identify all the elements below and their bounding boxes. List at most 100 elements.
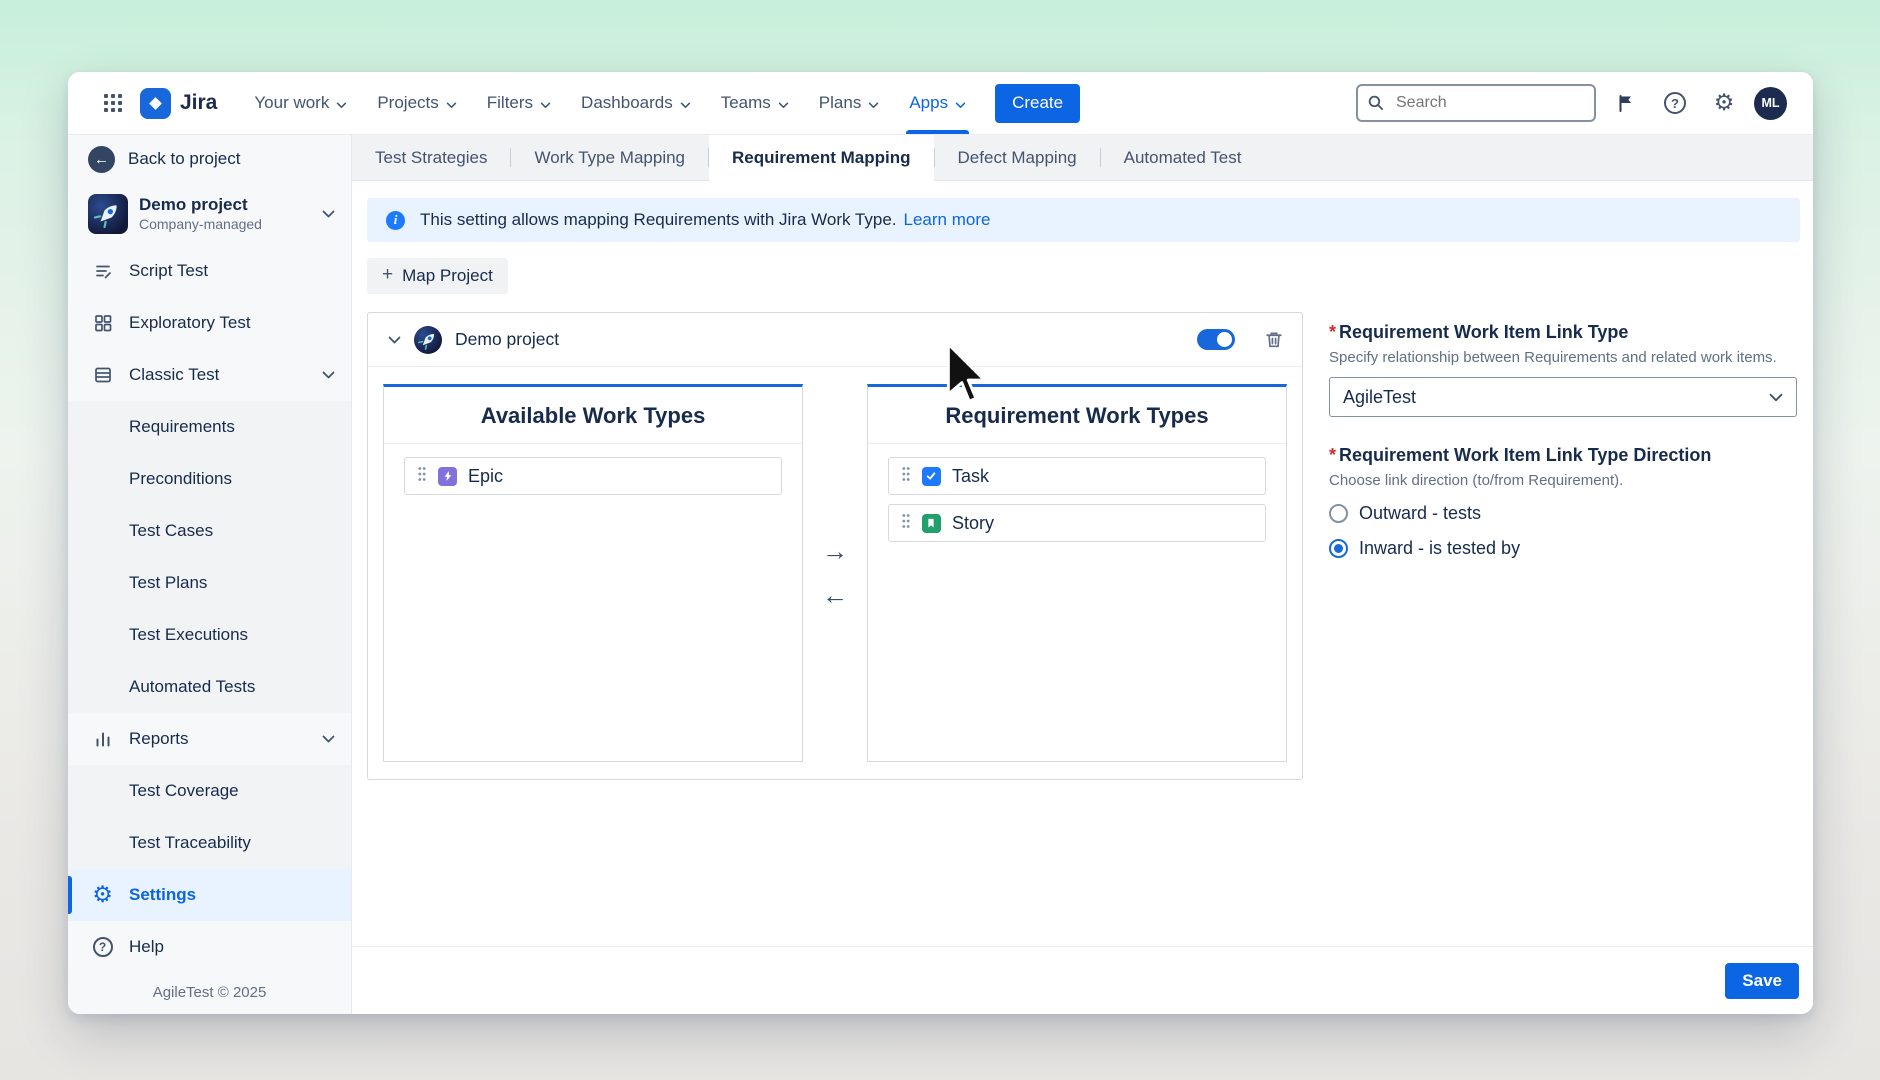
sidebar-item-label: Settings (129, 885, 196, 905)
tab-label: Defect Mapping (958, 148, 1077, 168)
chevron-down-icon (322, 735, 335, 743)
delete-mapping-button[interactable] (1264, 330, 1284, 350)
chevron-down-icon (778, 94, 789, 114)
work-type-label: Epic (468, 466, 503, 487)
work-type-item-task[interactable]: Task (888, 457, 1266, 495)
sidebar-item-automated-tests[interactable]: Automated Tests (68, 661, 351, 713)
sidebar-item-help[interactable]: ? Help (68, 921, 351, 973)
drag-handle-icon[interactable] (901, 466, 911, 487)
back-arrow-glyph: ← (94, 151, 109, 168)
transfer-arrows: → ← (803, 384, 867, 762)
project-panel-title: Demo project (455, 329, 559, 350)
tab-content: i This setting allows mapping Requiremen… (352, 181, 1813, 1014)
question-glyph: ? (99, 940, 106, 954)
required-asterisk: * (1329, 322, 1336, 342)
tab-work-type-mapping[interactable]: Work Type Mapping (511, 135, 708, 180)
save-button[interactable]: Save (1725, 963, 1799, 999)
learn-more-link[interactable]: Learn more (904, 210, 991, 230)
nav-filters[interactable]: Filters (472, 72, 566, 134)
create-button[interactable]: Create (995, 84, 1080, 123)
project-switcher[interactable]: Demo project Company-managed (68, 183, 351, 245)
jira-logo-icon[interactable] (140, 88, 171, 119)
reports-icon (91, 728, 114, 751)
jira-logo-text[interactable]: Jira (180, 91, 217, 115)
app-switcher-button[interactable] (94, 84, 132, 122)
user-avatar[interactable]: ML (1754, 87, 1787, 120)
sidebar-item-script-test[interactable]: Script Test (68, 245, 351, 297)
help-button[interactable]: ? (1656, 84, 1694, 122)
sidebar-item-reports[interactable]: Reports (68, 713, 351, 765)
nav-dashboards-label: Dashboards (581, 93, 673, 113)
tab-requirement-mapping[interactable]: Requirement Mapping (709, 135, 934, 180)
sidebar-item-label: Reports (129, 729, 189, 749)
app-window: Jira Your work Projects Filters Dashboar… (68, 72, 1813, 1014)
gear-icon: ⚙ (91, 884, 114, 907)
question-glyph: ? (1671, 96, 1679, 111)
move-left-icon[interactable]: ← (822, 582, 848, 608)
work-type-item-epic[interactable]: Epic (404, 457, 782, 495)
nav-projects-label: Projects (377, 93, 438, 113)
nav-teams[interactable]: Teams (706, 72, 804, 134)
sidebar-item-label: Automated Tests (129, 677, 255, 697)
link-direction-hint: Choose link direction (to/from Requireme… (1329, 472, 1797, 489)
tab-label: Work Type Mapping (534, 148, 685, 168)
chevron-down-icon (336, 94, 347, 114)
info-banner-text: This setting allows mapping Requirements… (420, 210, 897, 230)
radio-selected-icon[interactable] (1329, 539, 1348, 558)
sidebar-item-preconditions[interactable]: Preconditions (68, 453, 351, 505)
sidebar-item-requirements[interactable]: Requirements (68, 401, 351, 453)
notifications-button[interactable] (1607, 84, 1645, 122)
nav-projects[interactable]: Projects (362, 72, 471, 134)
nav-your-work[interactable]: Your work (239, 72, 362, 134)
nav-apps-label: Apps (909, 93, 948, 113)
sidebar-item-test-traceability[interactable]: Test Traceability (68, 817, 351, 869)
settings-button[interactable]: ⚙ (1705, 84, 1743, 122)
classic-test-icon (91, 364, 114, 387)
sidebar-item-test-plans[interactable]: Test Plans (68, 557, 351, 609)
project-type: Company-managed (139, 216, 262, 233)
radio-option-outward[interactable]: Outward - tests (1329, 503, 1797, 524)
tab-automated-test[interactable]: Automated Test (1101, 135, 1265, 180)
tab-label: Requirement Mapping (732, 148, 911, 168)
radio-unselected-icon[interactable] (1329, 504, 1348, 523)
story-icon (922, 514, 941, 533)
nav-dashboards[interactable]: Dashboards (566, 72, 706, 134)
map-project-button[interactable]: + Map Project (367, 258, 508, 294)
chevron-down-icon (1769, 393, 1783, 402)
collapse-chevron-icon[interactable] (388, 336, 401, 344)
nav-teams-label: Teams (721, 93, 771, 113)
move-right-icon[interactable]: → (822, 538, 848, 564)
nav-apps[interactable]: Apps (894, 72, 981, 134)
sidebar-item-test-executions[interactable]: Test Executions (68, 609, 351, 661)
sidebar-item-test-cases[interactable]: Test Cases (68, 505, 351, 557)
sidebar-item-test-coverage[interactable]: Test Coverage (68, 765, 351, 817)
chevron-down-icon (680, 94, 691, 114)
back-to-project-button[interactable]: ← Back to project (68, 135, 351, 183)
sidebar-item-label: Test Plans (129, 573, 207, 593)
sidebar-item-label: Classic Test (129, 365, 219, 385)
back-to-project-label: Back to project (128, 149, 240, 169)
nav-plans[interactable]: Plans (804, 72, 895, 134)
sidebar-item-exploratory-test[interactable]: Exploratory Test (68, 297, 351, 349)
sidebar-item-label: Help (129, 937, 164, 957)
link-type-select[interactable]: AgileTest (1329, 377, 1797, 417)
back-arrow-icon: ← (88, 146, 115, 173)
sidebar-item-classic-test[interactable]: Classic Test (68, 349, 351, 401)
project-enabled-toggle[interactable] (1197, 329, 1235, 350)
drag-handle-icon[interactable] (901, 513, 911, 534)
requirement-work-types-box: Requirement Work Types Task (867, 384, 1287, 762)
info-icon: i (386, 211, 405, 230)
sidebar-item-settings[interactable]: ⚙ Settings (68, 869, 351, 921)
work-type-item-story[interactable]: Story (888, 504, 1266, 542)
app-grid-icon (104, 94, 122, 112)
tab-test-strategies[interactable]: Test Strategies (352, 135, 510, 180)
sidebar-item-label: Test Traceability (129, 833, 251, 853)
drag-handle-icon[interactable] (417, 466, 427, 487)
link-type-selected-value: AgileTest (1343, 387, 1416, 408)
search-input[interactable] (1356, 84, 1596, 122)
available-work-types-box: Available Work Types Epic (383, 384, 803, 762)
sidebar-item-label: Exploratory Test (129, 313, 251, 333)
radio-option-inward[interactable]: Inward - is tested by (1329, 538, 1797, 559)
radio-label: Inward - is tested by (1359, 538, 1520, 559)
tab-defect-mapping[interactable]: Defect Mapping (935, 135, 1100, 180)
